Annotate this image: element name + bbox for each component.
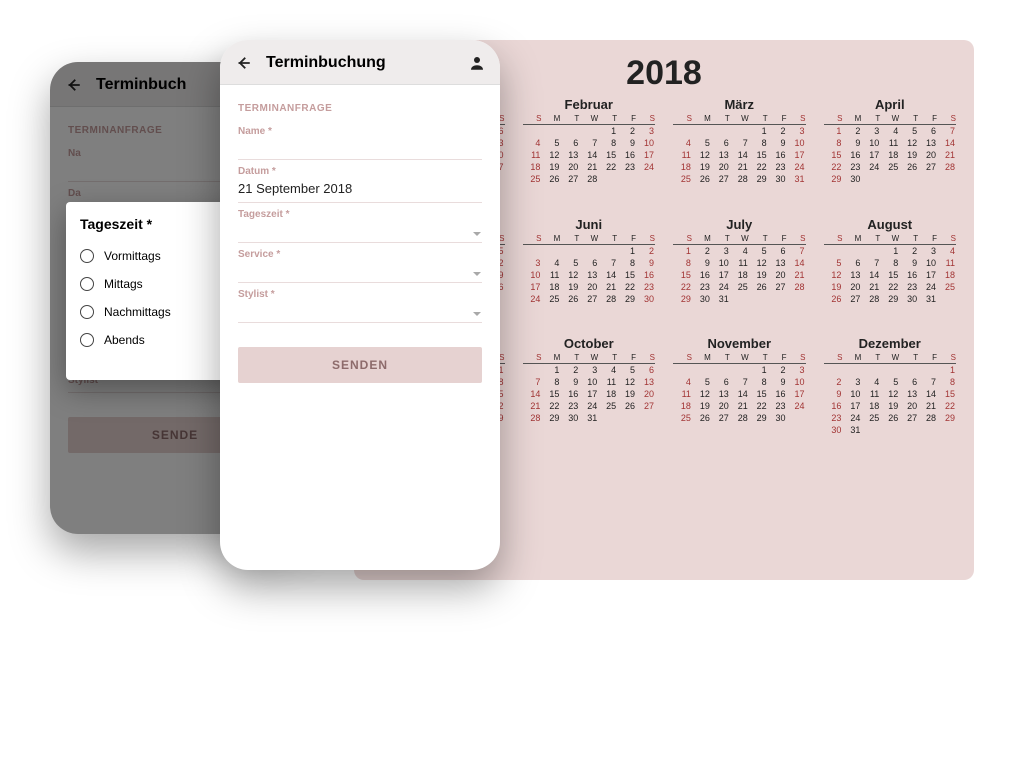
month-april: AprilSMTWTFS1234567891011121314151617181…	[824, 97, 957, 207]
month-name: October	[523, 336, 656, 351]
month-october: OctoberSMTWTFS12345678910111213141516171…	[523, 336, 656, 446]
month-juni: JuniSMTWTFS12345678910111213141516171819…	[523, 217, 656, 327]
month-name: März	[673, 97, 806, 112]
section-label: TERMINANFRAGE	[220, 85, 500, 120]
month-august: AugustSMTWTFS123456789101112131415161718…	[824, 217, 957, 327]
tageszeit-field[interactable]: Tageszeit *	[238, 209, 482, 243]
radio-icon	[80, 333, 94, 347]
month-märz: MärzSMTWTFS12345678910111213141516171819…	[673, 97, 806, 207]
radio-icon	[80, 277, 94, 291]
back-arrow-icon[interactable]	[234, 54, 252, 72]
stylist-field[interactable]: Stylist *	[238, 289, 482, 323]
month-name: July	[673, 217, 806, 232]
send-button[interactable]: SENDEN	[238, 347, 482, 383]
option-label: Abends	[104, 333, 145, 347]
service-field[interactable]: Service *	[238, 249, 482, 283]
option-label: Vormittags	[104, 249, 161, 263]
user-icon[interactable]	[468, 54, 486, 72]
chevron-down-icon	[472, 266, 482, 276]
month-februar: FebruarSMTWTFS12345678910111213141516171…	[523, 97, 656, 207]
month-november: NovemberSMTWTFS1234567891011121314151617…	[673, 336, 806, 446]
month-july: JulySMTWTFS12345678910111213141516171819…	[673, 217, 806, 327]
month-name: August	[824, 217, 957, 232]
chevron-down-icon	[472, 306, 482, 316]
phone-mockup-front: Terminbuchung TERMINANFRAGE Name * Datum…	[220, 40, 500, 570]
month-name: Dezember	[824, 336, 957, 351]
composition: 2018 JanuarySMTWTFS123456789101112131415…	[50, 40, 974, 600]
month-name: April	[824, 97, 957, 112]
name-field[interactable]: Name *	[238, 126, 482, 160]
page-title: Terminbuchung	[266, 54, 454, 72]
month-name: Februar	[523, 97, 656, 112]
option-label: Mittags	[104, 277, 143, 291]
month-name: Juni	[523, 217, 656, 232]
chevron-down-icon	[472, 226, 482, 236]
radio-icon	[80, 305, 94, 319]
date-field[interactable]: Datum * 21 September 2018	[238, 166, 482, 203]
option-label: Nachmittags	[104, 305, 171, 319]
month-dezember: DezemberSMTWTFS1234567891011121314151617…	[824, 336, 957, 446]
month-name: November	[673, 336, 806, 351]
radio-icon	[80, 249, 94, 263]
